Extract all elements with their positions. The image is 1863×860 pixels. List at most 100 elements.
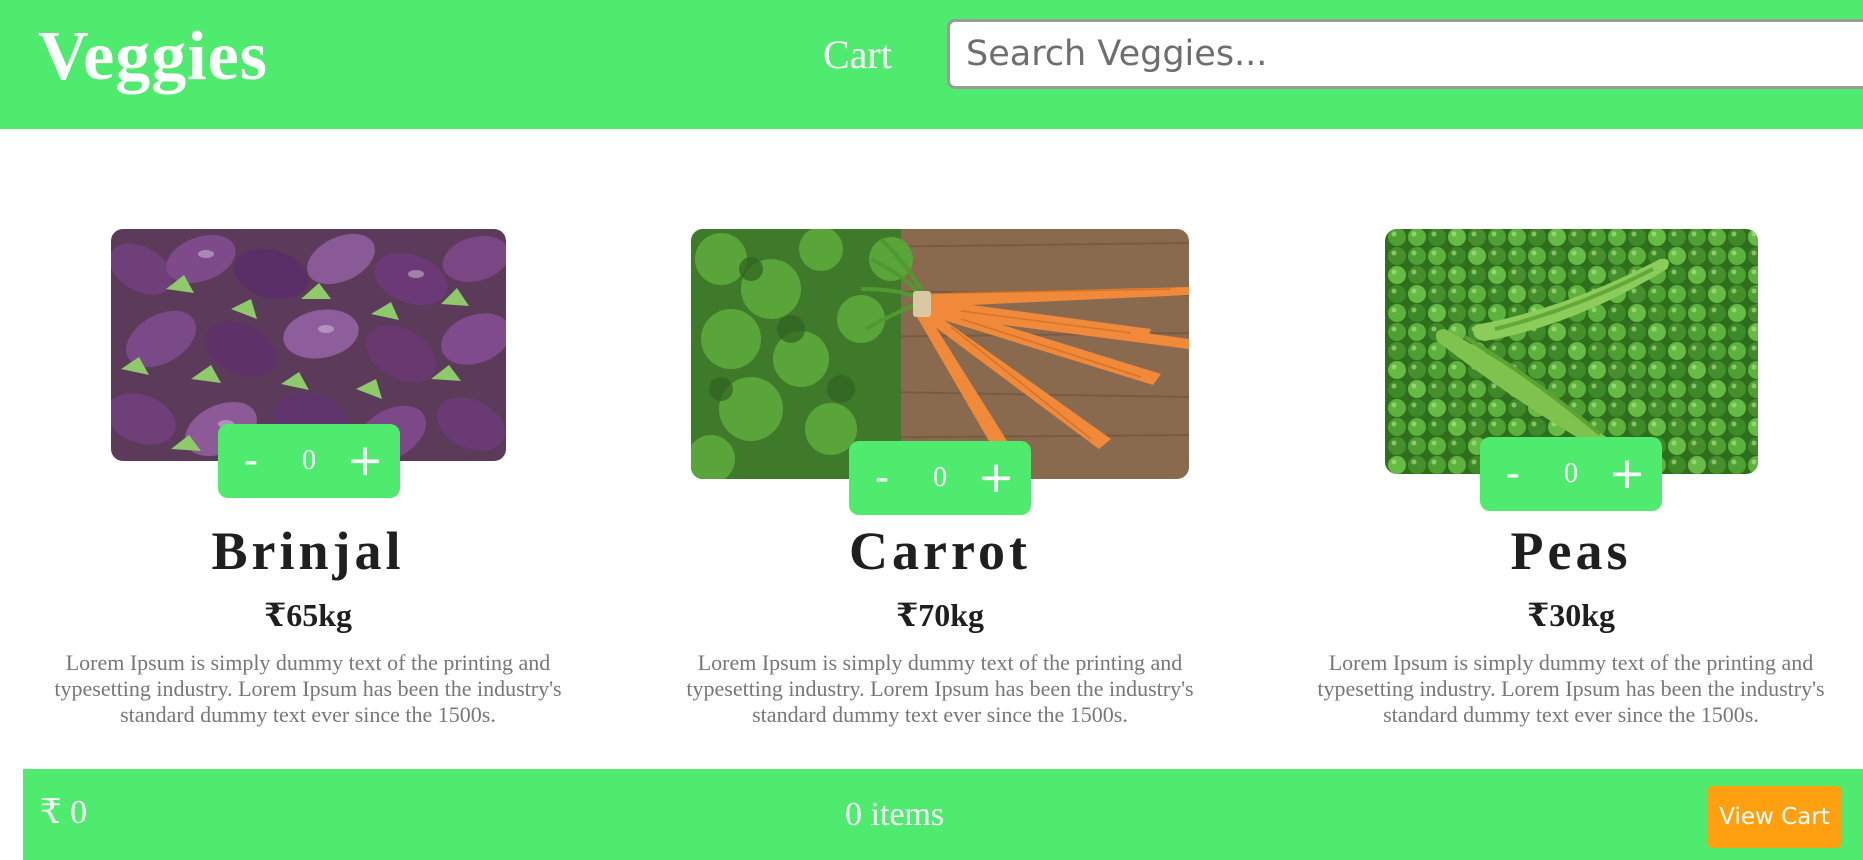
pea-highlight xyxy=(1651,345,1657,351)
pea xyxy=(1608,323,1626,341)
pea-highlight xyxy=(1571,231,1577,237)
pea-highlight xyxy=(1631,231,1637,237)
decrement-button[interactable]: - xyxy=(226,424,276,498)
pea-highlight xyxy=(1511,250,1517,256)
pea xyxy=(1448,361,1466,379)
view-cart-button[interactable]: View Cart xyxy=(1707,786,1842,848)
pea-highlight xyxy=(1611,364,1617,370)
pea xyxy=(1448,285,1466,303)
pea-highlight xyxy=(1391,383,1397,389)
pea-highlight xyxy=(1391,250,1397,256)
pea xyxy=(1388,437,1406,455)
pea xyxy=(1488,418,1506,436)
pea-highlight xyxy=(1751,364,1757,370)
pea-highlight xyxy=(1471,421,1477,427)
pea-highlight xyxy=(1711,288,1717,294)
pea-highlight xyxy=(1611,307,1617,313)
pea xyxy=(1688,342,1706,360)
pea xyxy=(1528,418,1546,436)
pea-highlight xyxy=(1431,326,1437,332)
pea-highlight xyxy=(1731,421,1737,427)
pea xyxy=(1448,380,1466,398)
pea xyxy=(1728,304,1746,322)
quantity-stepper: - 0 + xyxy=(218,424,400,498)
pea xyxy=(1468,380,1486,398)
pea-highlight xyxy=(1731,459,1737,465)
pea-highlight xyxy=(1411,231,1417,237)
pea-highlight xyxy=(1411,459,1417,465)
pea xyxy=(1628,380,1646,398)
pea-highlight xyxy=(1551,231,1557,237)
increment-button[interactable]: + xyxy=(340,424,390,498)
pea-highlight xyxy=(1471,402,1477,408)
pea xyxy=(1688,418,1706,436)
pea-highlight xyxy=(1751,421,1757,427)
pea xyxy=(1528,285,1546,303)
pea-highlight xyxy=(1691,345,1697,351)
pea xyxy=(1708,418,1726,436)
pea-highlight xyxy=(1391,345,1397,351)
pea-highlight xyxy=(1511,288,1517,294)
pea xyxy=(1428,399,1446,417)
decrement-button[interactable]: - xyxy=(857,441,907,515)
pea xyxy=(1628,418,1646,436)
pea xyxy=(1688,380,1706,398)
pea xyxy=(1608,418,1626,436)
pea-highlight xyxy=(1711,269,1717,275)
pea xyxy=(1688,266,1706,284)
product-price: ₹70kg xyxy=(895,597,985,633)
cart-link[interactable]: Cart xyxy=(823,28,892,82)
decrement-button[interactable]: - xyxy=(1488,437,1538,511)
pea-highlight xyxy=(1731,288,1737,294)
pea-highlight xyxy=(1511,307,1517,313)
pea-highlight xyxy=(1491,345,1497,351)
product-name: Brinjal xyxy=(211,521,405,581)
increment-button[interactable]: + xyxy=(1602,437,1652,511)
pea-highlight xyxy=(1511,269,1517,275)
increment-button[interactable]: + xyxy=(971,441,1021,515)
pea-highlight xyxy=(1551,250,1557,256)
pea-highlight xyxy=(1631,421,1637,427)
pea xyxy=(1448,437,1466,455)
pea xyxy=(1708,361,1726,379)
pea xyxy=(1708,456,1726,474)
pea-highlight xyxy=(1711,402,1717,408)
pea xyxy=(1608,361,1626,379)
pea-highlight xyxy=(1391,364,1397,370)
pea xyxy=(1408,304,1426,322)
pea xyxy=(1568,380,1586,398)
pea xyxy=(1428,247,1446,265)
pea-highlight xyxy=(1391,421,1397,427)
pea-highlight xyxy=(1711,231,1717,237)
pea-highlight xyxy=(1631,288,1637,294)
pea-highlight xyxy=(1691,269,1697,275)
pea-highlight xyxy=(1731,440,1737,446)
pea xyxy=(1468,399,1486,417)
pea-highlight xyxy=(1671,231,1677,237)
pea xyxy=(1448,304,1466,322)
pea xyxy=(1688,247,1706,265)
pea-highlight xyxy=(1411,383,1417,389)
pea xyxy=(1388,361,1406,379)
pea-highlight xyxy=(1511,402,1517,408)
pea xyxy=(1408,399,1426,417)
quantity-value: 0 xyxy=(933,462,947,493)
search-input[interactable] xyxy=(947,19,1863,89)
pea xyxy=(1408,323,1426,341)
pea xyxy=(1408,456,1426,474)
pea-highlight xyxy=(1451,440,1457,446)
pea-highlight xyxy=(1731,364,1737,370)
pea-highlight xyxy=(1671,364,1677,370)
pea xyxy=(1448,266,1466,284)
pea-highlight xyxy=(1431,383,1437,389)
pea xyxy=(1488,247,1506,265)
pea xyxy=(1668,247,1686,265)
pea-highlight xyxy=(1591,383,1597,389)
pea xyxy=(1648,361,1666,379)
brand-logo[interactable]: Veggies xyxy=(38,12,268,102)
pea xyxy=(1468,304,1486,322)
pea-highlight xyxy=(1411,421,1417,427)
pea xyxy=(1548,266,1566,284)
pea xyxy=(1408,285,1426,303)
pea-highlight xyxy=(1671,288,1677,294)
